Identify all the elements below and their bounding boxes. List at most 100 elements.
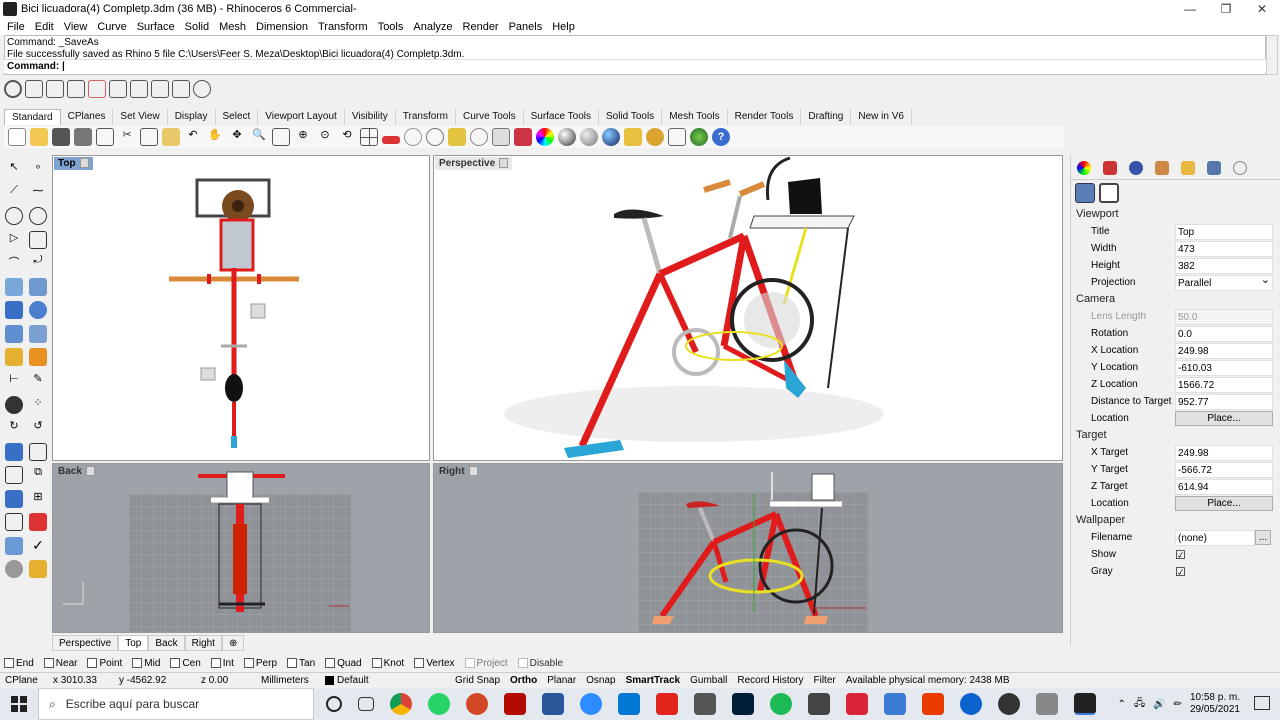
- new-file-icon[interactable]: [8, 128, 26, 146]
- zoom-window-icon[interactable]: ⊕: [294, 128, 312, 146]
- copy-view-icon[interactable]: [96, 128, 114, 146]
- open-file-icon[interactable]: [30, 128, 48, 146]
- menu-solid[interactable]: Solid: [180, 21, 214, 33]
- chrome-icon[interactable]: [390, 693, 412, 715]
- camera-app-icon[interactable]: [998, 693, 1020, 715]
- properties-tab-icon[interactable]: [1077, 160, 1091, 175]
- status-gumball[interactable]: Gumball: [685, 673, 732, 688]
- zoom-icon[interactable]: 🔍: [250, 128, 268, 146]
- menu-surface[interactable]: Surface: [132, 21, 180, 33]
- osnap-vertex[interactable]: Vertex: [414, 658, 455, 669]
- surface-tools-icon[interactable]: [29, 277, 47, 296]
- mesh-tools-icon[interactable]: [29, 324, 47, 343]
- hammer-icon[interactable]: [668, 128, 686, 146]
- distance-to-target-field[interactable]: 952.77: [1175, 393, 1273, 410]
- point-icon[interactable]: ∘: [29, 160, 47, 178]
- tab-curve-tools[interactable]: Curve Tools: [456, 109, 524, 125]
- whatsapp-icon[interactable]: [428, 693, 450, 715]
- viewport-height-field[interactable]: 382: [1175, 257, 1273, 274]
- menu-analyze[interactable]: Analyze: [408, 21, 457, 33]
- grass-tool-icon[interactable]: [151, 80, 169, 98]
- lock-icon[interactable]: [492, 128, 510, 146]
- browse-button[interactable]: ...: [1255, 530, 1271, 545]
- undo-icon[interactable]: ↶: [184, 128, 202, 146]
- tab-display[interactable]: Display: [168, 109, 216, 125]
- lamp-tool-icon[interactable]: [88, 80, 106, 98]
- globe-icon[interactable]: [690, 128, 708, 146]
- filename-field[interactable]: (none): [1175, 529, 1255, 546]
- osnap-point[interactable]: Point: [87, 658, 122, 669]
- color-wheel-icon[interactable]: [536, 128, 554, 146]
- transform-icon[interactable]: [5, 395, 23, 414]
- tab-select[interactable]: Select: [216, 109, 259, 125]
- sun-tool-icon[interactable]: [193, 80, 211, 98]
- osnap-disable[interactable]: Disable: [517, 658, 563, 669]
- block-icon[interactable]: [5, 489, 23, 508]
- render-icon[interactable]: [5, 348, 23, 367]
- move-icon[interactable]: [5, 442, 23, 461]
- maximize-button[interactable]: ❐: [1208, 2, 1244, 16]
- command-input[interactable]: Command: |: [4, 59, 1266, 73]
- menu-tools[interactable]: Tools: [373, 21, 409, 33]
- tab-viewport-layout[interactable]: Viewport Layout: [258, 109, 345, 125]
- powerpoint-icon[interactable]: [466, 693, 488, 715]
- rotation-field[interactable]: 0.0: [1175, 325, 1273, 342]
- acrobat-icon[interactable]: [504, 693, 526, 715]
- viewport-tab-perspective[interactable]: Perspective: [52, 635, 119, 651]
- render-sphere-icon[interactable]: [558, 128, 576, 146]
- tab-new-in-v6[interactable]: New in V6: [851, 109, 912, 125]
- cut-icon[interactable]: ✂: [118, 128, 136, 146]
- osnap-mid[interactable]: Mid: [132, 658, 160, 669]
- environment-sphere-icon[interactable]: [602, 128, 620, 146]
- save-icon[interactable]: [52, 128, 70, 146]
- osnap-near[interactable]: Near: [43, 658, 77, 669]
- status-cplane[interactable]: CPlane: [0, 673, 48, 688]
- tab-drafting[interactable]: Drafting: [801, 109, 852, 125]
- help-icon[interactable]: ?: [712, 128, 730, 146]
- viewport-title-field[interactable]: Top: [1175, 223, 1273, 240]
- rhino-alt-icon[interactable]: [808, 693, 830, 715]
- mesh-icon[interactable]: [5, 324, 23, 343]
- rectangle-icon[interactable]: [29, 230, 47, 249]
- add-viewport-icon[interactable]: ⊕: [221, 635, 245, 651]
- group-icon[interactable]: ⊞: [29, 490, 47, 508]
- menu-mesh[interactable]: Mesh: [214, 21, 251, 33]
- tab-standard[interactable]: Standard: [4, 109, 61, 125]
- camera-icon[interactable]: [1075, 183, 1095, 203]
- menu-help[interactable]: Help: [547, 21, 580, 33]
- shield-app-icon[interactable]: [846, 693, 868, 715]
- viewport-right[interactable]: Right: [433, 463, 1063, 633]
- check-tool-icon[interactable]: [4, 80, 22, 98]
- osnap-int[interactable]: Int: [210, 658, 234, 669]
- circle-icon[interactable]: [5, 207, 23, 226]
- status-osnap[interactable]: Osnap: [581, 673, 620, 688]
- cortana-icon[interactable]: [326, 696, 342, 712]
- light-icon[interactable]: [470, 128, 488, 146]
- tab-render-tools[interactable]: Render Tools: [728, 109, 802, 125]
- split-icon[interactable]: [29, 513, 47, 532]
- layer-icon[interactable]: [514, 128, 532, 146]
- file-explorer-icon[interactable]: [884, 693, 906, 715]
- tab-surface-tools[interactable]: Surface Tools: [524, 109, 599, 125]
- office-icon[interactable]: [922, 693, 944, 715]
- tab-transform[interactable]: Transform: [396, 109, 456, 125]
- z-location-field[interactable]: 1566.72: [1175, 376, 1273, 393]
- undo-view-icon[interactable]: ⟲: [338, 128, 356, 146]
- render-tab-icon[interactable]: [1155, 160, 1169, 175]
- toggle-view-icon[interactable]: [404, 128, 422, 146]
- four-viewports-icon[interactable]: [360, 128, 378, 146]
- menu-view[interactable]: View: [59, 21, 93, 33]
- chevron-up-icon[interactable]: ⌃: [1118, 699, 1126, 710]
- menu-file[interactable]: File: [2, 21, 30, 33]
- scale-icon[interactable]: ↺: [29, 419, 47, 437]
- menu-dimension[interactable]: Dimension: [251, 21, 313, 33]
- copy-tool-icon[interactable]: [29, 442, 47, 461]
- trim-icon[interactable]: [5, 513, 23, 532]
- menu-edit[interactable]: Edit: [30, 21, 59, 33]
- x-target-field[interactable]: 249.98: [1175, 444, 1273, 461]
- windows-start-button[interactable]: [0, 688, 38, 720]
- shade-icon[interactable]: [426, 128, 444, 146]
- x-location-field[interactable]: 249.98: [1175, 342, 1273, 359]
- solid-tools-icon[interactable]: [29, 301, 47, 320]
- osnap-perp[interactable]: Perp: [243, 658, 277, 669]
